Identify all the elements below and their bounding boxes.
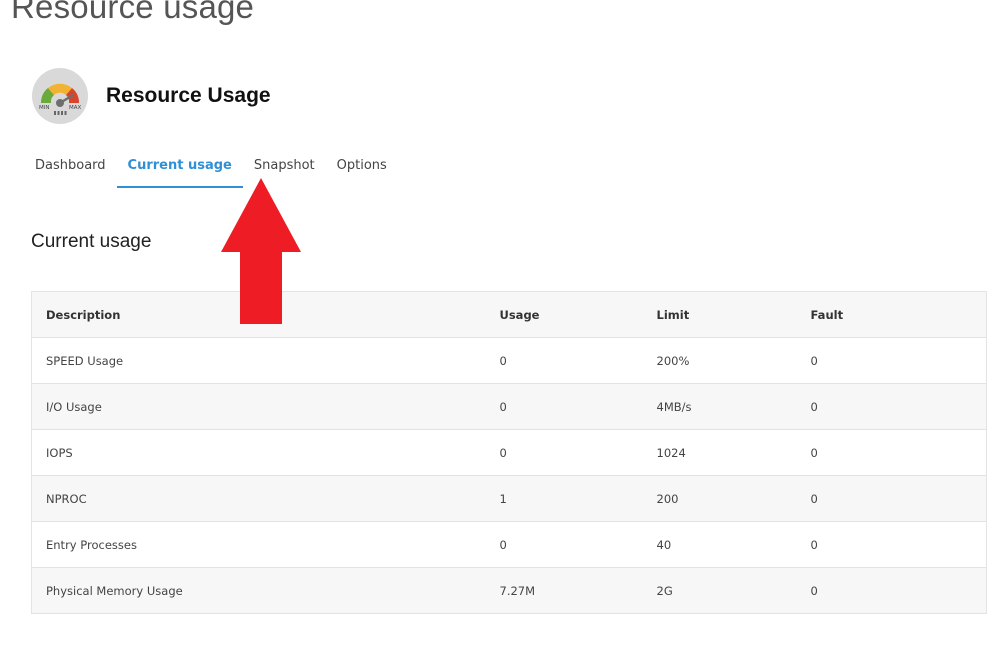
cell-description: Physical Memory Usage (31, 567, 500, 614)
cell-fault: 0 (810, 429, 987, 476)
cell-description: I/O Usage (31, 383, 500, 430)
table-row: I/O Usage 0 4MB/s 0 (31, 383, 987, 430)
table-row: Physical Memory Usage 7.27M 2G 0 (31, 567, 987, 614)
cell-usage: 7.27M (499, 567, 657, 614)
cell-usage: 0 (499, 521, 657, 568)
cell-description: Entry Processes (31, 521, 500, 568)
cell-fault: 0 (810, 567, 987, 614)
tab-options[interactable]: Options (326, 150, 398, 188)
cell-description: NPROC (31, 475, 500, 522)
cell-fault: 0 (810, 521, 987, 568)
cell-fault: 0 (810, 337, 987, 384)
section-title: Current usage (31, 231, 152, 252)
gauge-icon: MIN MAX (32, 68, 88, 124)
column-header-fault: Fault (810, 291, 987, 338)
page: Resource usage MIN MAX Resource Usage Da… (0, 0, 1006, 647)
cell-usage: 0 (499, 383, 657, 430)
table-row: SPEED Usage 0 200% 0 (31, 337, 987, 384)
gauge-max-label: MAX (69, 105, 82, 111)
table-row: Entry Processes 0 40 0 (31, 521, 987, 568)
cell-description: SPEED Usage (31, 337, 500, 384)
cell-fault: 0 (810, 383, 987, 430)
usage-table: Description Usage Limit Fault SPEED Usag… (31, 291, 987, 614)
column-header-limit: Limit (656, 291, 811, 338)
table-header-row: Description Usage Limit Fault (31, 291, 987, 338)
cell-description: IOPS (31, 429, 500, 476)
table-row: NPROC 1 200 0 (31, 475, 987, 522)
tab-dashboard[interactable]: Dashboard (24, 150, 117, 188)
cell-limit: 4MB/s (656, 383, 811, 430)
table-row: IOPS 0 1024 0 (31, 429, 987, 476)
app-name: Resource Usage (106, 84, 271, 107)
red-arrow-annotation (221, 178, 301, 324)
column-header-usage: Usage (499, 291, 657, 338)
cell-usage: 0 (499, 429, 657, 476)
page-title: Resource usage (11, 0, 255, 25)
app-header: MIN MAX Resource Usage (32, 68, 271, 124)
cell-limit: 40 (656, 521, 811, 568)
cell-usage: 1 (499, 475, 657, 522)
tab-bar: Dashboard Current usage Snapshot Options (24, 150, 398, 190)
cell-fault: 0 (810, 475, 987, 522)
cell-usage: 0 (499, 337, 657, 384)
cell-limit: 200 (656, 475, 811, 522)
cell-limit: 200% (656, 337, 811, 384)
cell-limit: 1024 (656, 429, 811, 476)
gauge-min-label: MIN (39, 105, 49, 111)
cell-limit: 2G (656, 567, 811, 614)
